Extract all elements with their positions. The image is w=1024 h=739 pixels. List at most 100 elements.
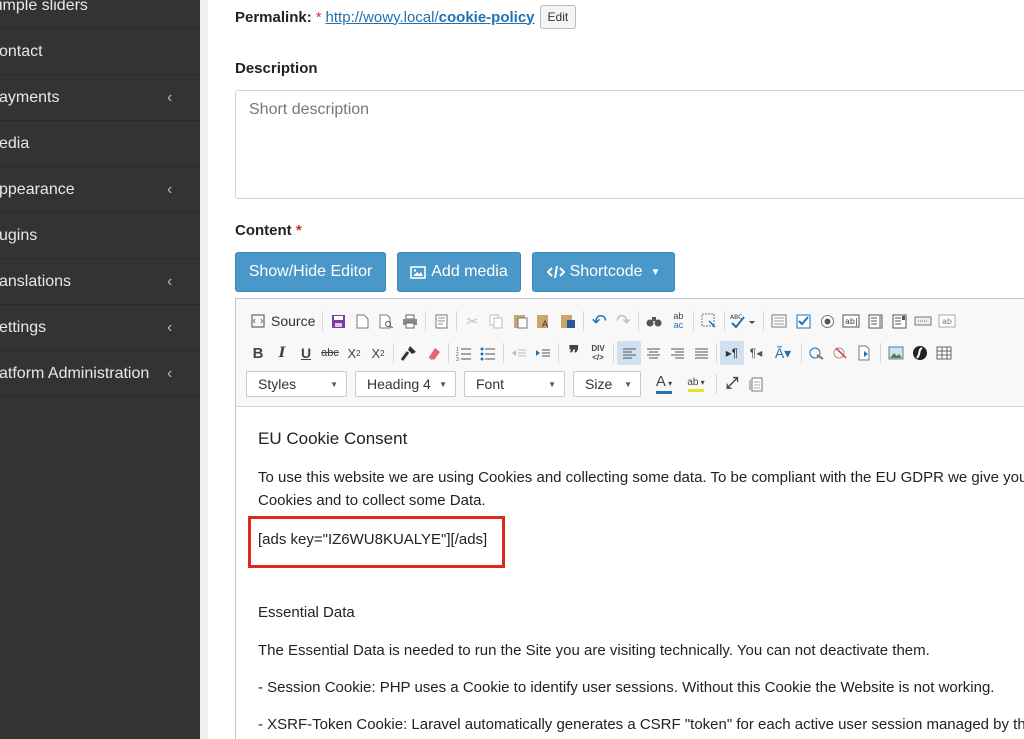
background-color-icon[interactable]: ab ▾ — [679, 372, 713, 396]
sidebar-item-label: ugins — [0, 226, 38, 244]
show-blocks-icon[interactable] — [744, 372, 768, 396]
content-section-title: Essential Data — [258, 604, 355, 621]
superscript-icon[interactable]: X2 — [366, 341, 390, 365]
caret-down-icon: ▼ — [330, 379, 338, 389]
preview-icon[interactable] — [374, 309, 398, 333]
toolbar-separator — [716, 374, 717, 394]
find-icon[interactable] — [642, 309, 666, 333]
styles-dropdown[interactable]: Styles ▼ — [246, 371, 347, 397]
permalink-url[interactable]: http://wowy.local/cookie-policy — [326, 9, 535, 26]
cut-icon[interactable]: ✂ — [460, 309, 484, 333]
form-icon[interactable] — [767, 309, 791, 333]
required-marker: * — [295, 222, 302, 239]
toolbar-separator — [322, 311, 324, 331]
align-left-icon[interactable] — [617, 341, 641, 365]
toolbar-row-1: Source ✂ A ↶ ↷ ab ac ABC ab| ab — [246, 308, 959, 334]
permalink-edit-button[interactable]: Edit — [539, 5, 577, 29]
content-label-text: Content — [235, 222, 292, 239]
sidebar-item-platform-administration[interactable]: atform Administration ‹ — [0, 351, 200, 397]
caret-down-icon: ▼ — [624, 379, 632, 389]
indent-icon[interactable] — [531, 341, 555, 365]
image-icon — [410, 265, 427, 279]
sidebar-item-media[interactable]: edia — [0, 121, 200, 167]
paste-icon[interactable] — [508, 309, 532, 333]
undo-icon[interactable]: ↶ — [587, 309, 611, 333]
create-div-icon[interactable]: DIV </> — [586, 341, 610, 365]
outdent-icon[interactable] — [507, 341, 531, 365]
link-icon[interactable] — [805, 341, 829, 365]
subscript-icon[interactable]: X2 — [342, 341, 366, 365]
toolbar-separator — [503, 343, 504, 363]
flash-icon[interactable] — [908, 341, 932, 365]
copy-icon[interactable] — [484, 309, 508, 333]
format-dropdown[interactable]: Heading 4 ▼ — [355, 371, 456, 397]
highlight-annotation-box — [248, 516, 505, 568]
sidebar-item-contact[interactable]: ontact — [0, 29, 200, 75]
sidebar-item-label: ppearance — [0, 180, 75, 198]
source-label: Source — [271, 313, 316, 329]
content-paragraph: Cookies and to collect some Data. — [258, 492, 486, 509]
language-icon[interactable]: A͂▾ — [768, 341, 798, 365]
redo-icon[interactable]: ↷ — [611, 309, 635, 333]
font-dropdown[interactable]: Font ▼ — [464, 371, 565, 397]
rtl-icon[interactable]: ¶◂ — [744, 341, 768, 365]
toolbar-separator — [724, 311, 726, 331]
text-field-icon[interactable]: ab| — [839, 309, 863, 333]
sidebar-item-label: atform Administration — [0, 364, 150, 382]
caret-down-icon: ▼ — [548, 379, 556, 389]
textarea-icon[interactable] — [863, 309, 887, 333]
copy-format-icon[interactable] — [397, 341, 421, 365]
spellcheck-icon[interactable]: ABC — [728, 309, 760, 333]
toolbar-separator — [583, 311, 585, 331]
italic-icon[interactable]: I — [270, 341, 294, 365]
unlink-icon[interactable] — [829, 341, 853, 365]
image-button-icon[interactable]: ab — [935, 309, 959, 333]
sidebar-item-settings[interactable]: ettings ‹ — [0, 305, 200, 351]
remove-format-icon[interactable] — [421, 341, 445, 365]
anchor-icon[interactable] — [853, 341, 877, 365]
size-dropdown[interactable]: Size ▼ — [573, 371, 641, 397]
align-center-icon[interactable] — [641, 341, 665, 365]
align-justify-icon[interactable] — [689, 341, 713, 365]
select-all-icon[interactable] — [697, 309, 721, 333]
blockquote-icon[interactable]: ❞ — [562, 341, 586, 365]
description-textarea[interactable]: Short description — [235, 90, 1024, 199]
print-icon[interactable] — [398, 309, 422, 333]
save-icon[interactable] — [326, 309, 350, 333]
maximize-icon[interactable]: ⤢ — [720, 372, 744, 396]
show-hide-editor-button[interactable]: Show/Hide Editor — [235, 252, 386, 292]
sidebar-item-simple-sliders[interactable]: imple sliders — [0, 0, 200, 29]
new-page-icon[interactable] — [350, 309, 374, 333]
editor-toolbar: Source ✂ A ↶ ↷ ab ac ABC ab| ab B I U ab… — [236, 299, 1024, 407]
strikethrough-icon[interactable]: abc — [318, 341, 342, 365]
source-button[interactable]: Source — [246, 313, 319, 329]
bulleted-list-icon[interactable] — [476, 341, 500, 365]
sidebar-item-translations[interactable]: anslations ‹ — [0, 259, 200, 305]
button-field-icon[interactable] — [911, 309, 935, 333]
ltr-icon[interactable]: ▸¶ — [720, 341, 744, 365]
toolbar-separator — [880, 343, 881, 363]
select-field-icon[interactable] — [887, 309, 911, 333]
toolbar-row-2: B I U abc X2 X2 123 ❞ DIV </> ▸¶ ¶◂ A͂▾ — [246, 340, 956, 366]
underline-icon[interactable]: U — [294, 341, 318, 365]
paste-text-icon[interactable]: A — [532, 309, 556, 333]
radio-icon[interactable] — [815, 309, 839, 333]
bold-icon[interactable]: B — [246, 341, 270, 365]
sidebar-item-appearance[interactable]: ppearance ‹ — [0, 167, 200, 213]
align-right-icon[interactable] — [665, 341, 689, 365]
image-icon[interactable] — [884, 341, 908, 365]
numbered-list-icon[interactable]: 123 — [452, 341, 476, 365]
replace-icon[interactable]: ab ac — [666, 309, 690, 333]
sidebar-item-payments[interactable]: ayments ‹ — [0, 75, 200, 121]
templates-icon[interactable] — [429, 309, 453, 333]
checkbox-icon[interactable] — [791, 309, 815, 333]
description-label: Description — [235, 60, 318, 77]
toolbar-separator — [638, 311, 640, 331]
add-media-button[interactable]: Add media — [397, 252, 521, 292]
description-placeholder: Short description — [249, 101, 370, 118]
shortcode-button[interactable]: Shortcode ▼ — [532, 252, 675, 292]
paste-word-icon[interactable] — [556, 309, 580, 333]
table-icon[interactable] — [932, 341, 956, 365]
sidebar-item-plugins[interactable]: ugins — [0, 213, 200, 259]
text-color-icon[interactable]: A ▾ — [649, 372, 679, 396]
